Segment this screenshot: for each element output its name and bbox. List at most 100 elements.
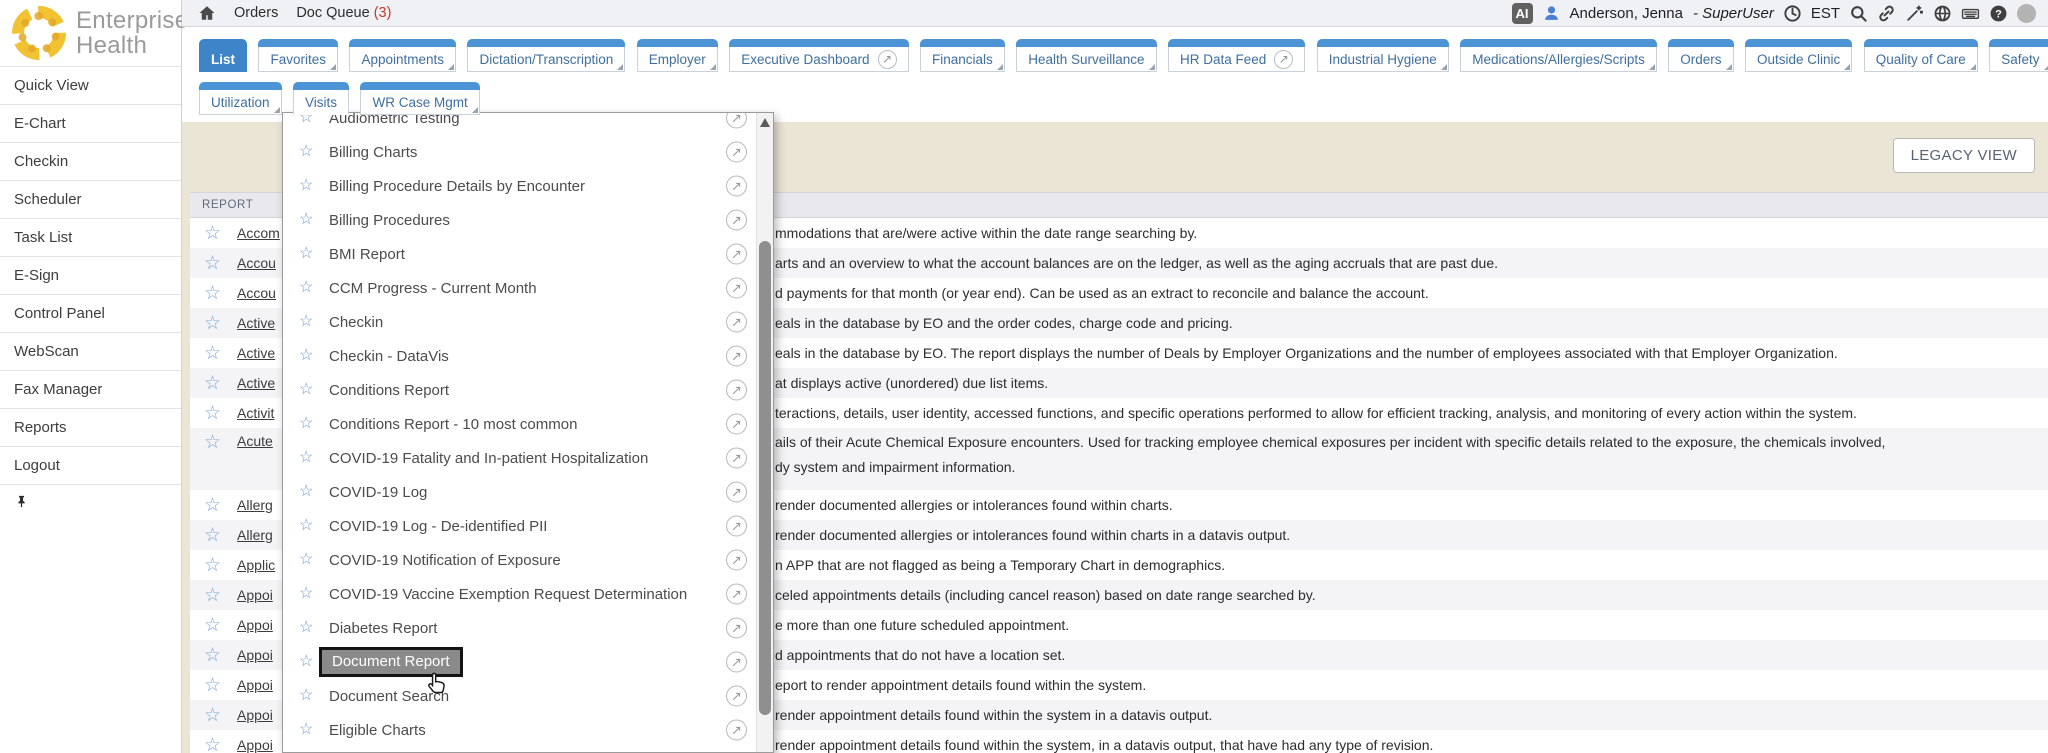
keyboard-icon[interactable]	[1961, 4, 1980, 23]
favorite-star-icon[interactable]: ☆	[299, 314, 317, 330]
favorite-star-icon[interactable]: ☆	[299, 654, 317, 670]
favorite-star-icon[interactable]: ☆	[204, 706, 221, 725]
tab-visits[interactable]: Visits	[293, 90, 349, 115]
tab-financials[interactable]: Financials	[920, 47, 1005, 72]
open-in-new-icon[interactable]: ↗	[726, 686, 747, 707]
open-in-new-icon[interactable]: ↗	[726, 112, 747, 129]
tab-medications-allergies-scripts[interactable]: Medications/Allergies/Scripts	[1460, 47, 1657, 72]
open-in-new-icon[interactable]: ↗	[726, 244, 747, 265]
open-in-new-icon[interactable]: ↗	[726, 380, 747, 401]
tab-appointments[interactable]: Appointments	[349, 47, 456, 72]
sidebar-item-webscan[interactable]: WebScan	[0, 332, 181, 370]
report-link[interactable]: Active	[237, 315, 275, 331]
dropdown-item[interactable]: ☆ Eligible Charts ↗	[283, 713, 773, 747]
sidebar-item-reports[interactable]: Reports	[0, 408, 181, 446]
open-in-new-icon[interactable]: ↗	[726, 448, 747, 469]
tab-list[interactable]: List	[199, 47, 247, 72]
scrollbar-thumb[interactable]	[759, 241, 771, 715]
favorite-star-icon[interactable]: ☆	[204, 736, 221, 753]
report-link[interactable]: Active	[237, 345, 275, 361]
tab-industrial-hygiene[interactable]: Industrial Hygiene	[1317, 47, 1449, 72]
tab-utilization[interactable]: Utilization	[199, 90, 282, 115]
sidebar-item-checkin[interactable]: Checkin	[0, 142, 181, 180]
tab-favorites[interactable]: Favorites	[258, 47, 338, 72]
dropdown-item[interactable]: ☆ COVID-19 Fatality and In-patient Hospi…	[283, 441, 773, 475]
legacy-view-button[interactable]: LEGACY VIEW	[1893, 138, 2035, 173]
tab-wr-case-mgmt[interactable]: WR Case Mgmt	[360, 90, 479, 115]
open-in-new-icon[interactable]: ↗	[726, 414, 747, 435]
open-in-new-icon[interactable]: ↗	[726, 142, 747, 163]
report-link[interactable]: Accou	[237, 285, 276, 301]
favorite-star-icon[interactable]: ☆	[204, 284, 221, 303]
open-in-new-icon[interactable]: ↗	[726, 176, 747, 197]
favorite-star-icon[interactable]: ☆	[204, 526, 221, 545]
favorite-star-icon[interactable]: ☆	[299, 722, 317, 738]
report-link[interactable]: Appoi	[237, 677, 273, 693]
sidebar-item-fax-manager[interactable]: Fax Manager	[0, 370, 181, 408]
favorite-star-icon[interactable]: ☆	[299, 484, 317, 500]
open-in-new-icon[interactable]: ↗	[726, 618, 747, 639]
sidebar-item-e-chart[interactable]: E-Chart	[0, 104, 181, 142]
dropdown-item[interactable]: ☆ COVID-19 Vaccine Exemption Request Det…	[283, 577, 773, 611]
dropdown-item[interactable]: ☆ Conditions Report ↗	[283, 373, 773, 407]
dropdown-item[interactable]: ☆ Document Search ↗	[283, 679, 773, 713]
favorite-star-icon[interactable]: ☆	[299, 280, 317, 296]
dropdown-item[interactable]: ☆ Billing Charts ↗	[283, 135, 773, 169]
open-in-new-icon[interactable]: ↗	[726, 482, 747, 503]
tab-hr-data-feed[interactable]: HR Data Feed↗	[1168, 47, 1305, 72]
report-link[interactable]: Appoi	[237, 587, 273, 603]
favorite-star-icon[interactable]: ☆	[299, 586, 317, 602]
favorite-star-icon[interactable]: ☆	[299, 144, 317, 160]
favorite-star-icon[interactable]: ☆	[299, 518, 317, 534]
favorite-star-icon[interactable]: ☆	[299, 620, 317, 636]
report-link[interactable]: Appoi	[237, 617, 273, 633]
favorite-star-icon[interactable]: ☆	[204, 556, 221, 575]
dropdown-item[interactable]: ☆ Checkin ↗	[283, 305, 773, 339]
favorite-star-icon[interactable]: ☆	[204, 616, 221, 635]
ai-badge[interactable]: AI	[1512, 3, 1533, 24]
favorite-star-icon[interactable]: ☆	[299, 416, 317, 432]
sidebar-item-control-panel[interactable]: Control Panel	[0, 294, 181, 332]
dropdown-scrollbar[interactable]	[756, 113, 773, 752]
favorite-star-icon[interactable]: ☆	[204, 676, 221, 695]
report-link[interactable]: Applic	[237, 557, 275, 573]
link-icon[interactable]	[1877, 4, 1896, 23]
dropdown-item[interactable]: ☆ Audiometric Testing ↗	[283, 112, 773, 135]
home-icon[interactable]	[198, 4, 216, 22]
dropdown-item[interactable]: ☆ BMI Report ↗	[283, 237, 773, 271]
sidebar-item-quick-view[interactable]: Quick View	[0, 66, 181, 104]
open-in-new-icon[interactable]: ↗	[726, 584, 747, 605]
favorite-star-icon[interactable]: ☆	[299, 552, 317, 568]
favorite-star-icon[interactable]: ☆	[204, 314, 221, 333]
tab-dictation-transcription[interactable]: Dictation/Transcription	[467, 47, 625, 72]
dropdown-item[interactable]: ☆ Conditions Report - 10 most common ↗	[283, 407, 773, 441]
dropdown-item[interactable]: ☆ Diabetes Report ↗	[283, 611, 773, 645]
report-link[interactable]: Appoi	[237, 647, 273, 663]
favorite-star-icon[interactable]: ☆	[204, 433, 221, 452]
report-link[interactable]: Appoi	[237, 707, 273, 723]
open-in-new-icon[interactable]: ↗	[726, 346, 747, 367]
tab-health-surveillance[interactable]: Health Surveillance	[1016, 47, 1156, 72]
help-icon[interactable]: ?	[1989, 4, 2008, 23]
orders-link[interactable]: Orders	[234, 5, 278, 21]
dropdown-item[interactable]: ☆ COVID-19 Log ↗	[283, 475, 773, 509]
open-in-new-icon[interactable]: ↗	[726, 720, 747, 741]
dropdown-item[interactable]: ☆ Billing Procedure Details by Encounter…	[283, 169, 773, 203]
report-link[interactable]: Accom	[237, 225, 280, 241]
globe-icon[interactable]	[1933, 4, 1952, 23]
open-in-new-icon[interactable]: ↗	[726, 278, 747, 299]
sidebar-item-logout[interactable]: Logout	[0, 446, 181, 484]
sidebar-item-task-list[interactable]: Task List	[0, 218, 181, 256]
scroll-up-icon[interactable]	[760, 118, 770, 127]
tab-outside-clinic[interactable]: Outside Clinic	[1745, 47, 1852, 72]
report-link[interactable]: Allerg	[237, 527, 273, 543]
sidebar-item-scheduler[interactable]: Scheduler	[0, 180, 181, 218]
open-in-new-icon[interactable]: ↗	[726, 550, 747, 571]
tab-employer[interactable]: Employer	[637, 47, 718, 72]
presence-dot-icon[interactable]	[2017, 4, 2036, 23]
dropdown-item[interactable]: ☆ COVID-19 Notification of Exposure ↗	[283, 543, 773, 577]
highlighted-item-label[interactable]: Document Report	[319, 647, 463, 677]
open-in-new-icon[interactable]: ↗	[726, 312, 747, 333]
report-link[interactable]: Acute	[237, 433, 273, 449]
tab-executive-dashboard[interactable]: Executive Dashboard↗	[729, 47, 908, 72]
